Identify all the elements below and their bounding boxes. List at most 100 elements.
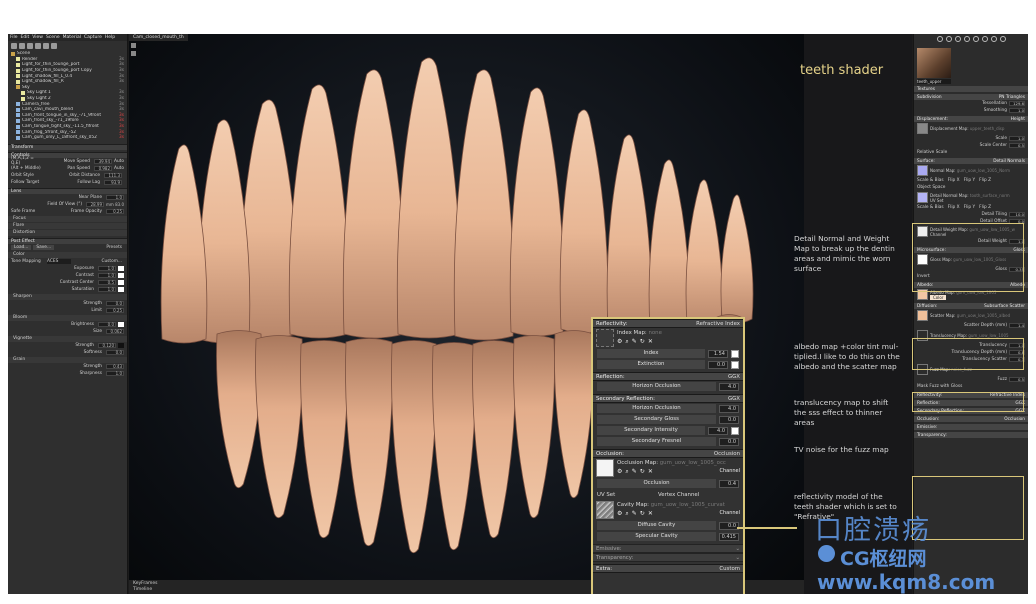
gear-icon[interactable]: ⚙ [617, 338, 622, 346]
secondary-intensity-field[interactable]: 4.0 [708, 426, 728, 435]
secondary-gloss-field[interactable]: 0.0 [719, 415, 739, 424]
menu-help[interactable]: Help [105, 35, 115, 40]
translucency-thumb[interactable] [917, 330, 928, 341]
flip-z-checkbox[interactable]: Flip Z [979, 178, 991, 183]
secondary-intensity-slider[interactable]: Secondary Intensity [597, 426, 705, 435]
globe-icon[interactable] [990, 36, 997, 42]
relative-scale-checkbox[interactable]: Relative Scale [914, 149, 1028, 156]
uv-set-select[interactable]: Vertex Channel [618, 492, 739, 498]
secondary-intensity-swatch[interactable] [731, 426, 739, 435]
close-icon[interactable]: ✕ [648, 510, 653, 518]
duplicate-icon[interactable] [963, 36, 970, 42]
search-icon[interactable]: ⌕ [625, 510, 628, 518]
scene-item[interactable]: Sky Light 2 3s [11, 96, 124, 102]
scene-item[interactable]: Sky [11, 85, 124, 91]
index-map-thumb[interactable] [596, 329, 614, 347]
index-field[interactable]: 1.54 [708, 349, 728, 358]
section-mode[interactable]: GGX [1015, 409, 1025, 414]
scene-item[interactable]: Light_shadow_fill_R 3s [11, 79, 124, 85]
gloss-map-slot[interactable]: Gloss Map: gum_uow_low_1005_Gloss [914, 253, 1028, 266]
mask-fuzz-checkbox[interactable]: Mask Fuzz with Gloss [914, 383, 1028, 390]
cavity-map-thumb[interactable] [596, 501, 614, 519]
param-field[interactable]: 0.0 [106, 349, 124, 355]
fov-field[interactable]: 28.99 [86, 201, 105, 207]
color-swatch[interactable] [118, 342, 124, 348]
normal-thumb[interactable] [917, 165, 928, 176]
tone-mapping-select[interactable]: ACES [47, 258, 71, 264]
visibility-toggle[interactable]: 3s [114, 102, 124, 107]
menu-capture[interactable]: Capture [84, 35, 102, 40]
material-section-header[interactable]: Reflection: GGX [914, 400, 1028, 406]
normal-map-slot[interactable]: Normal Map: gum_uow_low_1005_Norm [914, 164, 1028, 177]
smoothing-field[interactable]: 1.0 [1009, 108, 1025, 113]
secondary-horizon-occlusion-field[interactable]: 4.0 [719, 404, 739, 413]
channel-select[interactable]: Channel [930, 232, 946, 237]
cavity-map-slot[interactable]: Cavity Map: gum_uow_low_1005_curvat ⚙ ⌕ ✎ ↻… [593, 500, 743, 520]
close-icon[interactable]: ✕ [648, 338, 653, 346]
diffuse-cavity-slider[interactable]: Diffuse Cavity [597, 521, 716, 530]
refresh-icon[interactable] [936, 36, 943, 42]
menu-scene[interactable]: Scene [46, 35, 60, 40]
menu-file[interactable]: File [10, 35, 18, 40]
scene-item[interactable]: Render 3s [11, 57, 124, 63]
near-plane-field[interactable]: 1.0 [106, 194, 124, 200]
section-mode[interactable]: Refractive Index [990, 393, 1025, 398]
translucency-map-slot[interactable]: Translucency Map: gum_uow_low_1005 [914, 329, 1028, 342]
delete-icon[interactable] [51, 42, 57, 49]
control-label[interactable]: Auto [114, 166, 124, 171]
detail-offset-field[interactable]: 0.0 [1009, 219, 1025, 224]
extra-header[interactable]: Extra: Custom [593, 564, 743, 573]
scene-item[interactable]: Cam_gum_only_L_18front_sky_052 3s [11, 135, 124, 141]
fuzz-map-slot[interactable]: Fuzz Map: noise_fuzz [914, 363, 1028, 376]
diffuse-cavity-field[interactable]: 0.0 [719, 521, 739, 530]
albedo-thumb[interactable] [917, 289, 928, 300]
invert-checkbox[interactable]: Invert [914, 273, 1028, 280]
eyedropper-icon[interactable]: ✎ [632, 510, 637, 518]
flare-header[interactable]: Flare [8, 222, 127, 229]
visibility-toggle[interactable]: 3s [114, 79, 124, 84]
scale-field[interactable]: 1.0 [1009, 136, 1025, 141]
transparency-header[interactable]: Transparency: ⌄ [593, 553, 743, 562]
secondary-fresnel-slider[interactable]: Secondary Fresnel [597, 437, 716, 446]
param-field[interactable]: 0.0 [106, 300, 124, 306]
fuzz-field[interactable]: 0.5 [1009, 377, 1025, 382]
gloss-thumb[interactable] [917, 254, 928, 265]
visibility-toggle[interactable]: 3s [114, 68, 124, 73]
uv-set-select[interactable]: UV Set [930, 198, 944, 203]
gear-icon[interactable]: ⚙ [617, 510, 622, 518]
move-icon[interactable] [131, 51, 136, 56]
scene-item[interactable]: Scene [11, 51, 124, 57]
flip-y-checkbox[interactable]: Flip Y [964, 178, 976, 183]
control-label[interactable]: Auto [114, 159, 124, 164]
param-field[interactable]: 0.43 [106, 363, 124, 369]
visibility-toggle[interactable]: 3s [114, 74, 124, 79]
scene-item[interactable]: Sky Light 1 3s [11, 90, 124, 96]
reload-icon[interactable]: ↻ [640, 510, 645, 518]
microsurface-mode[interactable]: Gloss [1013, 248, 1025, 253]
flip-x-checkbox[interactable]: Flip X [948, 178, 960, 183]
param-field[interactable]: 1.0 [98, 272, 116, 278]
reload-icon[interactable]: ↻ [640, 338, 645, 346]
param-field[interactable]: 0.120 [98, 342, 116, 348]
secondary-gloss-slider[interactable]: Secondary Gloss [597, 415, 716, 424]
reflectivity-header[interactable]: Reflectivity: Refractive Index [593, 319, 743, 328]
material-section-header[interactable]: Reflectivity: Refractive Index [914, 392, 1028, 398]
param-field[interactable]: 0.062 [106, 328, 124, 334]
visibility-toggle[interactable]: 3s [114, 124, 124, 129]
specular-cavity-field[interactable]: 0.415 [719, 532, 739, 541]
param-field[interactable]: 0.0 [98, 321, 116, 327]
detail-weight-field[interactable]: 1.0 [1009, 239, 1025, 244]
extra-mode-select[interactable]: Custom [719, 566, 740, 572]
flip-x-checkbox[interactable]: Flip X [948, 205, 960, 210]
scene-item[interactable]: Cam_cavi_mouth_blend 3s [11, 107, 124, 113]
param-field[interactable]: 0.25 [106, 307, 124, 313]
control-value-field[interactable]: 0.982 [94, 165, 113, 171]
visibility-toggle[interactable]: 3s [114, 96, 124, 101]
occlusion-header[interactable]: Occlusion: Occlusion [593, 449, 743, 458]
scatter-map-slot[interactable]: Scatter Map: gum_uow_low_1005_albed [914, 309, 1028, 322]
section-mode[interactable]: Occlusion [1004, 417, 1025, 422]
detail-tiling-field[interactable]: 10.0 [1009, 212, 1025, 217]
occlusion-channel-select[interactable]: Channel [719, 468, 740, 476]
translucency-scatter-field[interactable]: 0.3 [1009, 357, 1025, 362]
menu-material[interactable]: Material [63, 35, 81, 40]
